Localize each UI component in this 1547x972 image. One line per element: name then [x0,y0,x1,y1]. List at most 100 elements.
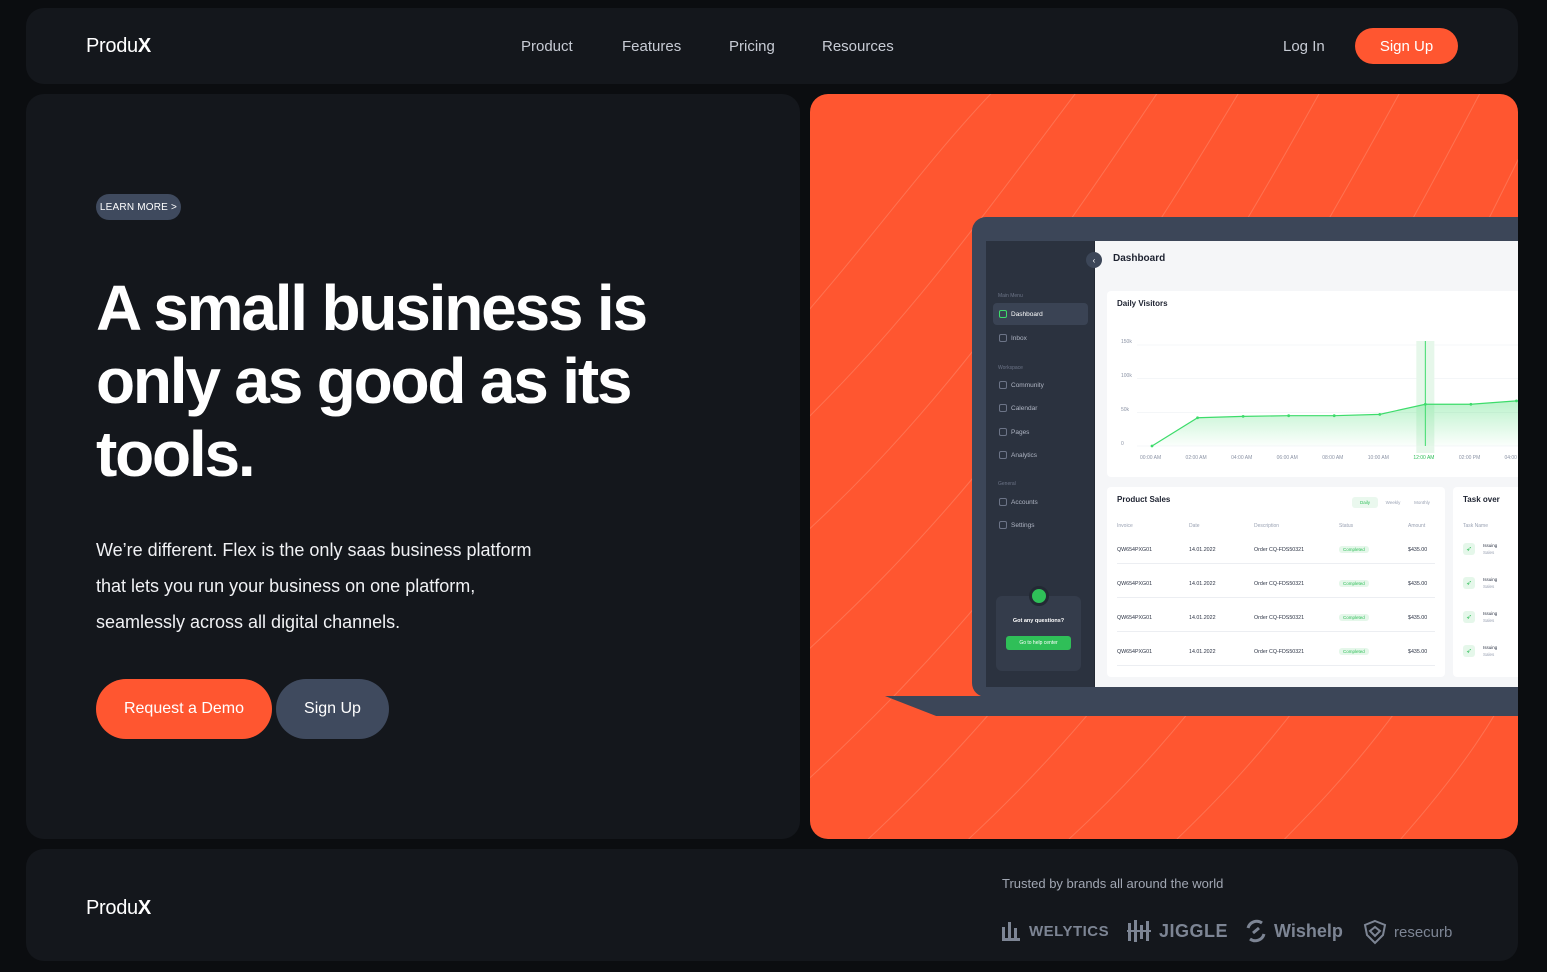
row-divider [1117,597,1435,598]
send-icon: ➶ [1463,611,1475,623]
send-icon: ➶ [1463,577,1475,589]
nav-link-resources[interactable]: Resources [822,38,894,55]
brand-welytics: WELYTICS [1001,919,1109,943]
help-question: Got any questions? [1012,618,1065,624]
row-divider [1117,631,1435,632]
visitors-point [1469,402,1473,406]
calendar-icon [999,404,1007,412]
sidebar-section-general: General [998,481,1016,487]
column-header-amount: Amount [1408,523,1426,529]
resecurb-shield-icon [1363,919,1387,945]
hero-signup-button[interactable]: Sign Up [276,679,389,739]
task-item-title: Issuing [1483,543,1498,548]
brand-resecurb-label: resecurb [1394,923,1453,941]
hero-subtext: We’re different. Flex is the only saas b… [96,532,616,640]
x-tick: 06:00 AM [1276,455,1298,461]
welytics-logo-icon [1002,922,1020,941]
dashboard-title: Dashboard [1113,253,1166,264]
sidebar-item-pages[interactable]: Pages [993,421,1088,443]
table-cell: QW654PXG01 [1117,547,1153,553]
x-tick: 04:00 PM [1504,455,1518,461]
tab-monthly[interactable]: Monthly [1408,497,1436,508]
table-cell: 14.01.2022 [1189,649,1216,655]
sidebar-item-inbox[interactable]: Inbox [993,327,1088,349]
sidebar-item-label: Inbox [1011,334,1027,342]
settings-icon [999,521,1007,529]
nav-signup-button[interactable]: Sign Up [1355,28,1458,64]
sidebar-item-calendar[interactable]: Calendar [993,397,1088,419]
hero-subtext-line-3: seamlessly across all digital channels. [96,612,401,632]
hero-subtext-line-1: We’re different. Flex is the only saas b… [96,540,532,560]
table-cell: Order CQ-FDS50321 [1254,581,1305,587]
table-cell: Order CQ-FDS50321 [1254,649,1305,655]
request-demo-button[interactable]: Request a Demo [96,679,272,739]
visitors-point [1332,414,1336,418]
pages-icon [999,428,1007,436]
task-item-subtitle: Sales [1483,584,1495,589]
nav-link-features[interactable]: Features [622,38,681,55]
sidebar-section-main: Main Menu [998,293,1023,299]
task-overview-card: Task over Task Name ➶ Issuing Sales ➶ Issuin… [1453,487,1518,677]
task-overview-title: Task over [1463,495,1500,504]
hero-headline: A small business is only as good as its … [96,272,648,490]
dashboard-main: ‹ Dashboard Daily Visitors 150k 100k 50k… [1086,241,1518,687]
sidebar-item-label: Dashboard [1011,310,1043,318]
top-navbar: ProduX Product Features Pricing Resource… [26,8,1518,84]
sidebar-item-settings[interactable]: Settings [993,514,1088,536]
column-header-invoice: Invoice [1117,523,1133,529]
task-item-title: Issuing [1483,611,1498,616]
shield-icon [1029,586,1049,606]
accounts-icon [999,498,1007,506]
table-cell: 14.01.2022 [1189,615,1216,621]
sidebar-item-label: Calendar [1011,404,1038,412]
sidebar-item-analytics[interactable]: Analytics [993,444,1088,466]
task-item[interactable]: Issuing Sales [1483,644,1497,658]
table-cell: Order CQ-FDS50321 [1254,547,1305,553]
dashboard-icon [999,310,1007,318]
status-badge: Completed [1339,648,1369,655]
help-center-button[interactable]: Go to help center [1006,636,1071,650]
sidebar-item-label: Analytics [1011,451,1038,459]
learn-more-badge[interactable]: LEARN MORE > [96,194,181,220]
table-cell: $435.00 [1408,547,1428,553]
brand-logo-prefix: Produ [86,35,138,57]
nav-link-product[interactable]: Product [521,38,573,55]
laptop-mockup: Main Menu Dashboard Inbox Workspace Comm… [972,217,1518,697]
tab-weekly[interactable]: Weekly [1380,497,1406,508]
task-item[interactable]: Issuing Sales [1483,542,1497,556]
inbox-icon [999,334,1007,342]
sidebar-item-label: Community [1011,381,1044,389]
sidebar-item-dashboard[interactable]: Dashboard [993,303,1088,325]
visitors-point [1423,402,1427,406]
sidebar-item-community[interactable]: Community [993,374,1088,396]
login-link[interactable]: Log In [1283,38,1325,55]
send-icon: ➶ [1463,543,1475,555]
sidebar-item-label: Accounts [1011,498,1038,506]
hero-text-panel: LEARN MORE > A small business is only as… [26,94,800,839]
task-item-subtitle: Sales [1483,618,1495,623]
brand-wishelp: Wishelp [1244,919,1343,943]
collapse-chevron-icon[interactable]: ‹ [1086,252,1102,268]
footer-brand-logo[interactable]: ProduX [86,897,151,920]
sidebar-item-accounts[interactable]: Accounts [993,491,1088,513]
task-item[interactable]: Issuing Sales [1483,576,1497,590]
trusted-brands-footer: ProduX Trusted by brands all around the … [26,849,1518,961]
column-header-status: Status [1339,523,1354,529]
tab-daily[interactable]: Daily [1352,497,1378,508]
nav-link-pricing[interactable]: Pricing [729,38,775,55]
brand-jiggle-label: JIGGLE [1159,920,1229,941]
column-header-description: Description [1254,523,1280,529]
brand-welytics-label: WELYTICS [1029,922,1110,940]
brand-logo[interactable]: ProduX [86,35,151,58]
table-cell: $435.00 [1408,649,1428,655]
task-item-title: Issuing [1483,645,1498,650]
task-item-subtitle: Sales [1483,550,1495,555]
table-cell: Order CQ-FDS50321 [1254,615,1305,621]
wishelp-logo-icon [1246,919,1266,943]
task-item[interactable]: Issuing Sales [1483,610,1497,624]
column-header-date: Date [1189,523,1200,529]
laptop-screen: Main Menu Dashboard Inbox Workspace Comm… [986,241,1518,687]
hero-visual-panel: Main Menu Dashboard Inbox Workspace Comm… [810,94,1518,839]
community-icon [999,381,1007,389]
x-tick: 02:00 AM [1185,455,1207,461]
